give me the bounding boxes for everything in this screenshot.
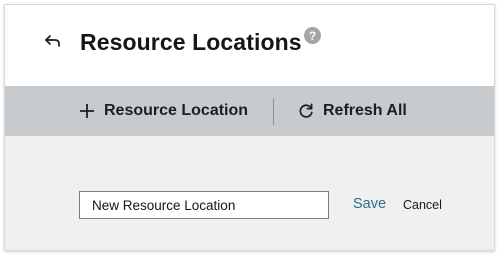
question-circle-icon[interactable]: ? xyxy=(304,27,321,44)
plus-icon xyxy=(80,104,94,118)
help-glyph: ? xyxy=(308,28,317,43)
add-resource-location-button[interactable]: Resource Location xyxy=(79,86,248,136)
resource-location-name-input[interactable] xyxy=(79,191,329,219)
refresh-icon xyxy=(299,103,313,118)
content-area: Save Cancel xyxy=(5,136,494,250)
resource-locations-panel: Resource Locations ? Resource Location R… xyxy=(4,4,495,251)
back-button[interactable] xyxy=(41,31,65,55)
save-button[interactable]: Save xyxy=(353,196,386,212)
page-title: Resource Locations xyxy=(80,29,302,55)
refresh-all-label: Refresh All xyxy=(323,102,407,119)
add-resource-location-label: Resource Location xyxy=(104,102,249,119)
page-header: Resource Locations ? xyxy=(5,5,494,86)
toolbar-divider xyxy=(273,98,274,125)
back-arrow-icon xyxy=(44,34,62,53)
cancel-button[interactable]: Cancel xyxy=(403,198,442,212)
refresh-all-button[interactable]: Refresh All xyxy=(298,86,407,136)
toolbar: Resource Location Refresh All xyxy=(5,86,494,136)
